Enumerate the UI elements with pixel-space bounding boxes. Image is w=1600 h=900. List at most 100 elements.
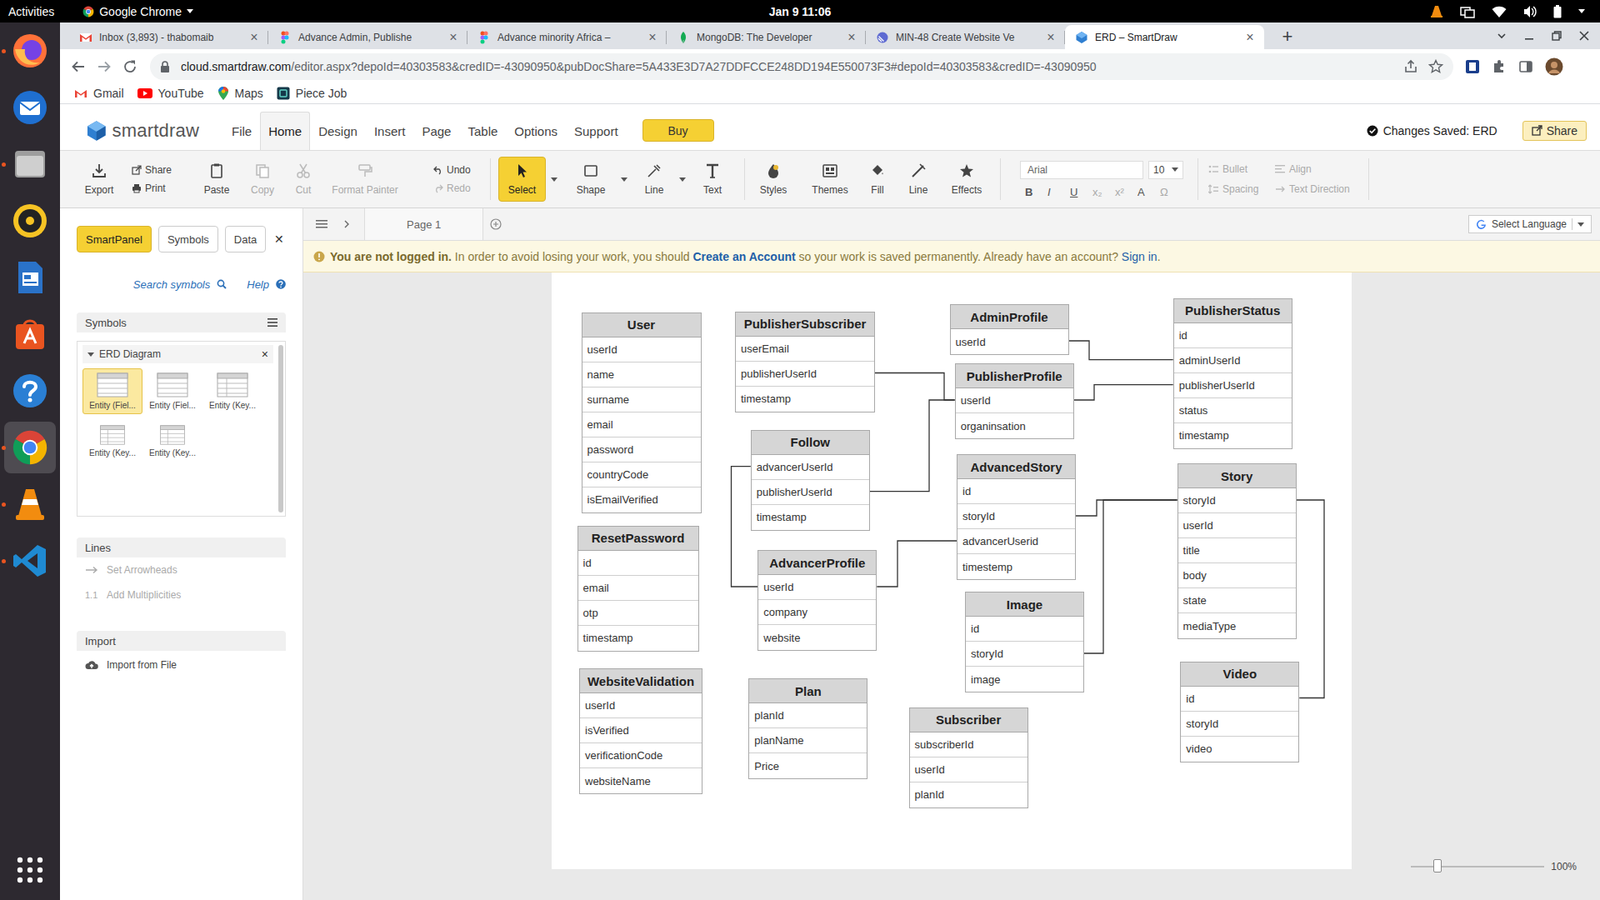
entity-name[interactable]: ResetPassword [578, 526, 699, 551]
entity-field[interactable]: storyId [1178, 488, 1296, 514]
export-button[interactable]: Export [79, 162, 120, 196]
relationship-line[interactable] [875, 373, 955, 401]
entity-name[interactable]: AdvancedStory [957, 455, 1075, 480]
tab-close-button[interactable]: × [844, 30, 860, 45]
clipboard-button[interactable]: Format Painter [329, 162, 401, 196]
entity-field[interactable]: storyId [965, 641, 1084, 667]
browser-tab[interactable]: Advance minority Africa – × [467, 25, 667, 50]
entity-field[interactable]: countryCode [582, 462, 701, 488]
entity-name[interactable]: Image [965, 592, 1084, 617]
print-button[interactable]: Print [131, 182, 180, 195]
clipboard-button[interactable]: Copy [244, 162, 281, 196]
entity-name[interactable]: Subscriber [910, 708, 1028, 733]
entity-field[interactable]: timestamp [735, 386, 875, 412]
entity-field[interactable]: email [582, 412, 701, 438]
paragraph-button[interactable]: Spacing [1208, 183, 1275, 195]
entity-name[interactable]: PublisherSubscriber [735, 312, 875, 337]
page-tab[interactable]: Page 1 [364, 208, 484, 240]
browser-tab[interactable]: MongoDB: The Developer × [666, 25, 866, 50]
clock[interactable]: Jan 9 11:06 [769, 5, 832, 19]
entity-name[interactable]: AdminProfile [950, 305, 1069, 330]
dock-item[interactable] [4, 251, 56, 304]
dock-item[interactable] [4, 535, 56, 587]
entity-table[interactable]: Subscriber subscriberIduserIdplanId [909, 707, 1029, 809]
relationship-line[interactable] [870, 400, 955, 492]
entity-field[interactable]: userId [582, 337, 701, 363]
entity-field[interactable]: id [578, 550, 699, 576]
entity-name[interactable]: PublisherStatus [1174, 299, 1292, 324]
entity-field[interactable]: otp [578, 600, 699, 626]
entity-field[interactable]: adminUserId [1174, 348, 1292, 374]
entity-table[interactable]: PublisherSubscriber userEmailpublisherUs… [735, 311, 875, 413]
entity-table[interactable]: Story storyIduserIdtitlebodystatemediaTy… [1177, 463, 1297, 640]
dock-item[interactable] [4, 138, 56, 190]
buy-button[interactable]: Buy [642, 119, 715, 142]
entity-field[interactable]: title [1178, 538, 1296, 564]
entity-name[interactable]: User [582, 313, 701, 338]
entity-field[interactable]: isVerified [580, 718, 702, 744]
text-format-button[interactable]: Ω [1160, 185, 1183, 199]
format-button[interactable]: Line [900, 162, 937, 196]
entity-field[interactable]: isEmailVerified [582, 487, 701, 513]
entity-field[interactable]: subscriberId [910, 732, 1028, 758]
tool-dropdown[interactable] [618, 177, 630, 182]
sign-in-link[interactable]: Sign in [1121, 250, 1158, 264]
font-family-field[interactable]: Arial [1020, 160, 1144, 180]
new-tab-button[interactable]: + [1275, 25, 1300, 49]
menu-tab[interactable]: File [223, 111, 260, 150]
entity-table[interactable]: AdvancerProfile userIdcompanywebsite [757, 550, 877, 651]
entity-field[interactable]: image [965, 666, 1084, 692]
redo-button[interactable]: Redo [433, 182, 475, 195]
diagram-page[interactable]: User userIdnamesurnameemailpasswordcount… [551, 272, 1352, 870]
scrollbar[interactable] [278, 345, 284, 513]
format-button[interactable]: Fill [858, 162, 897, 196]
tool-button[interactable]: Select [498, 156, 546, 202]
panel-tab[interactable]: SmartPanel [76, 225, 152, 253]
entity-field[interactable]: planId [749, 703, 867, 729]
text-format-button[interactable]: B [1025, 185, 1048, 199]
clipboard-button[interactable]: Paste [198, 162, 235, 196]
entity-field[interactable]: planName [749, 728, 867, 754]
extensions-puzzle-icon[interactable] [1491, 59, 1507, 75]
symbol-item[interactable]: Entity (Fiel... [82, 368, 143, 415]
entity-table[interactable]: Video idstoryIdvideo [1180, 661, 1300, 763]
panel-close-button[interactable]: ✕ [274, 232, 286, 246]
entity-field[interactable]: mediaType [1178, 613, 1296, 639]
tab-close-button[interactable]: × [246, 30, 262, 45]
relationship-line[interactable] [876, 540, 957, 587]
back-button[interactable] [66, 55, 90, 79]
url-field[interactable]: cloud.smartdraw.com/editor.aspx?depoId=4… [150, 53, 1454, 80]
dock-item[interactable] [4, 25, 56, 77]
battery-icon[interactable] [1553, 5, 1562, 19]
menu-tab[interactable]: Home [260, 111, 310, 150]
tool-dropdown[interactable] [548, 177, 560, 182]
entity-field[interactable]: userEmail [735, 336, 875, 362]
paragraph-button[interactable]: Text Direction [1275, 183, 1359, 195]
entity-name[interactable]: Plan [749, 679, 867, 704]
text-format-button[interactable]: I [1047, 185, 1070, 199]
format-button[interactable]: Styles [754, 162, 793, 196]
bookmark[interactable]: Piece Job [276, 86, 347, 100]
entity-field[interactable]: organinsation [955, 413, 1074, 439]
text-format-button[interactable]: x₂ [1092, 185, 1115, 199]
entity-field[interactable]: surname [582, 387, 701, 413]
entity-field[interactable]: name [582, 362, 701, 388]
format-button[interactable]: Themes [806, 162, 854, 196]
entity-table[interactable]: WebsiteValidation userIdisVerifiedverifi… [579, 668, 703, 795]
share-page-icon[interactable] [1403, 59, 1419, 75]
tool-dropdown[interactable] [676, 177, 689, 182]
volume-icon[interactable] [1523, 5, 1537, 19]
menu-tab[interactable]: Design [310, 111, 366, 150]
share-tool-button[interactable]: Share [131, 164, 180, 176]
select-language-dropdown[interactable]: Select Language [1468, 215, 1592, 234]
menu-tab[interactable]: Options [505, 111, 566, 150]
show-applications-button[interactable] [4, 844, 56, 896]
entity-field[interactable]: email [578, 575, 699, 601]
entity-name[interactable]: WebsiteValidation [580, 669, 702, 694]
tab-search-icon[interactable] [1495, 30, 1508, 42]
import-from-file-button[interactable]: Import from File [76, 650, 286, 680]
entity-name[interactable]: AdvancerProfile [758, 550, 876, 575]
text-format-button[interactable]: A [1137, 185, 1160, 199]
profile-avatar-icon[interactable] [1545, 57, 1564, 76]
entity-table[interactable]: Follow advancerUserIdpublisherUserIdtime… [750, 430, 870, 531]
